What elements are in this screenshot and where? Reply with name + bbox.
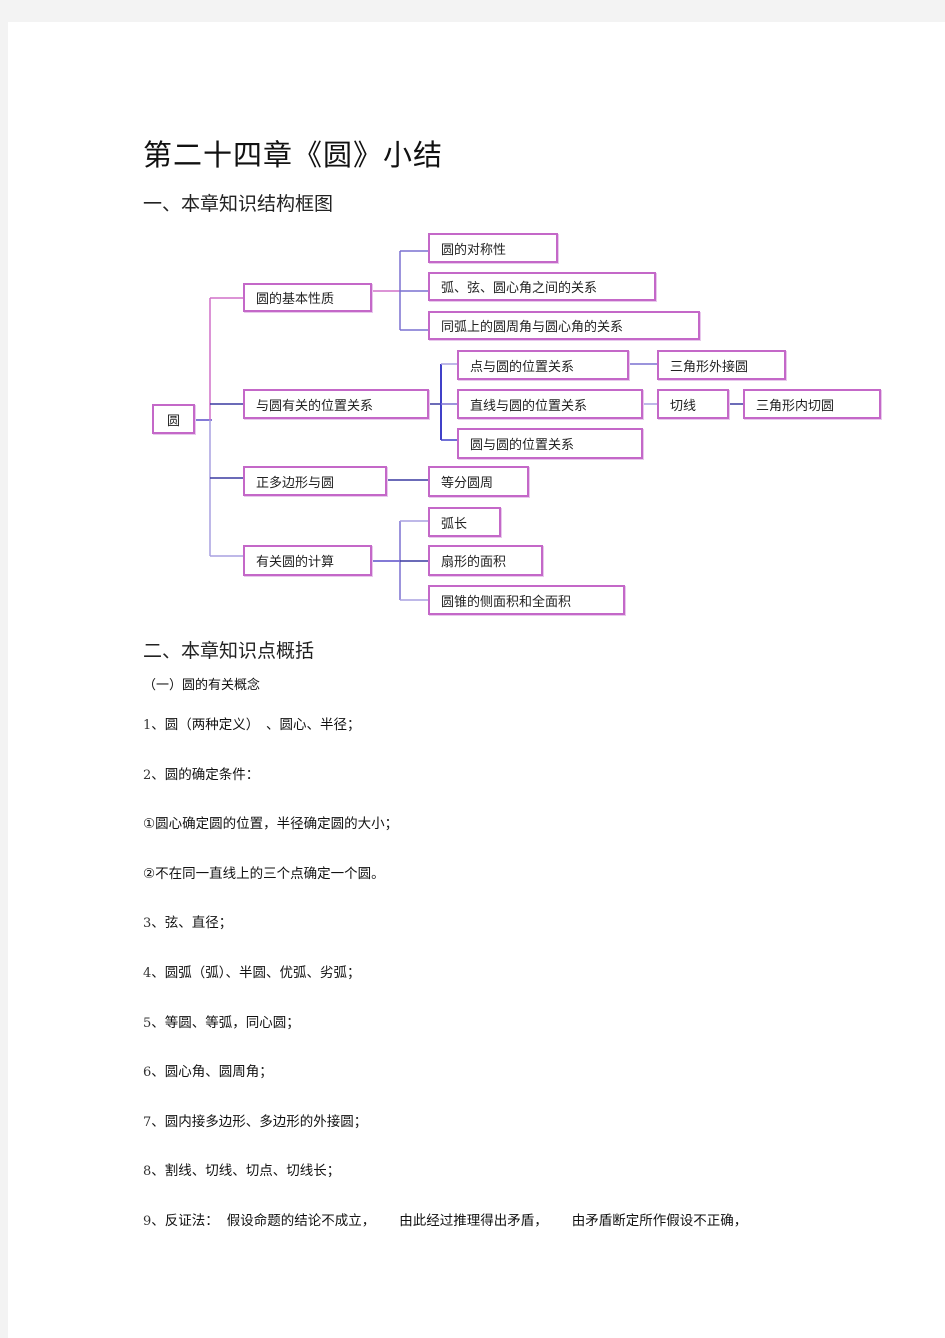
item-text: 、圆心角、圆周角；	[151, 1064, 273, 1080]
list-item: 8、割线、切线、切点、切线长；	[143, 1159, 340, 1179]
list-item: ①圆心确定圆的位置，半径确定圆的大小；	[143, 812, 398, 832]
item-text: ②不在同一直线上的三个点确定一个圆。	[143, 866, 385, 882]
node-line-circle: 直线与圆的位置关系	[457, 389, 643, 419]
node-position-relations: 与圆有关的位置关系	[243, 389, 429, 419]
list-item: 9、反证法： 假设命题的结论不成立， 由此经过推理得出矛盾， 由矛盾断定所作假设不正确…	[143, 1209, 747, 1229]
list-item: 3、弦、直径；	[143, 911, 232, 931]
node-divide-circumference: 等分圆周	[428, 466, 529, 497]
list-item: 4、圆弧（弧）、半圆、优弧、劣弧；	[143, 961, 361, 981]
list-item: 6、圆心角、圆周角；	[143, 1060, 273, 1080]
item-text: 、反证法：	[151, 1213, 219, 1229]
item-text: ①圆心确定圆的位置，半径确定圆的大小；	[143, 816, 399, 832]
node-cone-area: 圆锥的侧面积和全面积	[428, 585, 625, 615]
node-symmetry: 圆的对称性	[428, 233, 558, 263]
list-item: 1、圆（两种定义） 、圆心、半径；	[143, 713, 361, 733]
item-text: 、圆弧（弧）、半圆、优弧、劣弧；	[151, 965, 361, 981]
item-text: 、圆内接多边形、多边形的外接圆；	[151, 1114, 368, 1130]
node-calculations: 有关圆的计算	[243, 545, 372, 576]
item-text: 、弦、直径；	[151, 915, 233, 931]
list-item: 7、圆内接多边形、多边形的外接圆；	[143, 1110, 367, 1130]
list-item: 2、圆的确定条件：	[143, 763, 259, 783]
item-text-part: 假设命题的结论不成立，	[226, 1213, 376, 1229]
node-inscribed-central-angle: 同弧上的圆周角与圆心角的关系	[428, 311, 700, 340]
node-point-circle: 点与圆的位置关系	[457, 350, 629, 380]
node-sector-area: 扇形的面积	[428, 545, 543, 576]
item-text: 、等圆、等弧，同心圆；	[151, 1015, 300, 1031]
node-incircle: 三角形内切圆	[743, 389, 881, 419]
subsection-heading: （一）圆的有关概念	[143, 678, 261, 693]
item-text: 、圆（两种定义） 、圆心、半径；	[151, 717, 361, 733]
node-tangent: 切线	[657, 389, 729, 419]
node-arc-chord-angle: 弧、弦、圆心角之间的关系	[428, 272, 656, 301]
node-root-circle: 圆	[152, 404, 195, 434]
node-arc-length: 弧长	[428, 507, 501, 537]
section-heading-structure: 一、本章知识结构框图	[143, 193, 334, 215]
item-text: 、圆的确定条件：	[151, 767, 260, 783]
node-circle-circle: 圆与圆的位置关系	[457, 428, 643, 459]
list-item: 5、等圆、等弧，同心圆；	[143, 1011, 300, 1031]
node-regular-polygon: 正多边形与圆	[243, 466, 387, 496]
node-circumcircle: 三角形外接圆	[657, 350, 786, 380]
list-item: ②不在同一直线上的三个点确定一个圆。	[143, 862, 385, 882]
node-basic-properties: 圆的基本性质	[243, 283, 372, 312]
item-text-part: 由矛盾断定所作假设不正确，	[571, 1213, 748, 1229]
item-text: 、割线、切线、切点、切线长；	[151, 1163, 341, 1179]
page-title: 第二十四章《圆》小结	[143, 138, 444, 172]
item-text-part: 由此经过推理得出矛盾，	[399, 1213, 548, 1229]
section-heading-summary: 二、本章知识点概括	[143, 640, 315, 662]
